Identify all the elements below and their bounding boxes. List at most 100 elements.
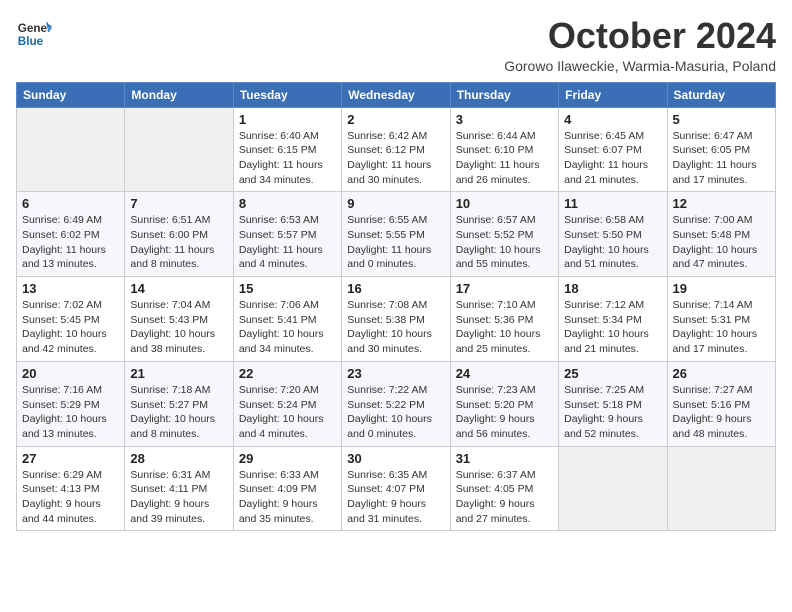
table-row: 14 Sunrise: 7:04 AMSunset: 5:43 PMDaylig…	[125, 277, 233, 362]
day-detail: Sunrise: 6:51 AMSunset: 6:00 PMDaylight:…	[130, 214, 214, 270]
table-row: 7 Sunrise: 6:51 AMSunset: 6:00 PMDayligh…	[125, 192, 233, 277]
table-row: 10 Sunrise: 6:57 AMSunset: 5:52 PMDaylig…	[450, 192, 558, 277]
day-detail: Sunrise: 6:49 AMSunset: 6:02 PMDaylight:…	[22, 214, 106, 270]
table-row: 30 Sunrise: 6:35 AMSunset: 4:07 PMDaylig…	[342, 446, 450, 531]
day-number: 5	[673, 112, 770, 127]
day-number: 27	[22, 451, 119, 466]
day-detail: Sunrise: 7:04 AMSunset: 5:43 PMDaylight:…	[130, 299, 215, 355]
day-number: 17	[456, 281, 553, 296]
table-row: 21 Sunrise: 7:18 AMSunset: 5:27 PMDaylig…	[125, 361, 233, 446]
table-row	[667, 446, 775, 531]
logo-icon: General Blue	[16, 16, 52, 52]
day-number: 20	[22, 366, 119, 381]
day-detail: Sunrise: 7:27 AMSunset: 5:16 PMDaylight:…	[673, 384, 753, 440]
table-row: 27 Sunrise: 6:29 AMSunset: 4:13 PMDaylig…	[17, 446, 125, 531]
day-number: 2	[347, 112, 444, 127]
table-row: 22 Sunrise: 7:20 AMSunset: 5:24 PMDaylig…	[233, 361, 341, 446]
calendar-body: 1 Sunrise: 6:40 AMSunset: 6:15 PMDayligh…	[17, 107, 776, 531]
table-row: 15 Sunrise: 7:06 AMSunset: 5:41 PMDaylig…	[233, 277, 341, 362]
table-row: 29 Sunrise: 6:33 AMSunset: 4:09 PMDaylig…	[233, 446, 341, 531]
table-row: 11 Sunrise: 6:58 AMSunset: 5:50 PMDaylig…	[559, 192, 667, 277]
day-number: 31	[456, 451, 553, 466]
day-number: 6	[22, 196, 119, 211]
table-row: 13 Sunrise: 7:02 AMSunset: 5:45 PMDaylig…	[17, 277, 125, 362]
day-detail: Sunrise: 6:47 AMSunset: 6:05 PMDaylight:…	[673, 130, 757, 186]
header-wednesday: Wednesday	[342, 82, 450, 107]
day-detail: Sunrise: 7:10 AMSunset: 5:36 PMDaylight:…	[456, 299, 541, 355]
table-row: 31 Sunrise: 6:37 AMSunset: 4:05 PMDaylig…	[450, 446, 558, 531]
day-detail: Sunrise: 7:06 AMSunset: 5:41 PMDaylight:…	[239, 299, 324, 355]
day-detail: Sunrise: 6:44 AMSunset: 6:10 PMDaylight:…	[456, 130, 540, 186]
table-row: 6 Sunrise: 6:49 AMSunset: 6:02 PMDayligh…	[17, 192, 125, 277]
day-detail: Sunrise: 6:57 AMSunset: 5:52 PMDaylight:…	[456, 214, 541, 270]
table-row: 19 Sunrise: 7:14 AMSunset: 5:31 PMDaylig…	[667, 277, 775, 362]
logo: General Blue	[16, 16, 52, 52]
day-detail: Sunrise: 6:58 AMSunset: 5:50 PMDaylight:…	[564, 214, 649, 270]
table-row: 2 Sunrise: 6:42 AMSunset: 6:12 PMDayligh…	[342, 107, 450, 192]
calendar-header: Sunday Monday Tuesday Wednesday Thursday…	[17, 82, 776, 107]
calendar-table: Sunday Monday Tuesday Wednesday Thursday…	[16, 82, 776, 532]
table-row: 3 Sunrise: 6:44 AMSunset: 6:10 PMDayligh…	[450, 107, 558, 192]
day-detail: Sunrise: 6:45 AMSunset: 6:07 PMDaylight:…	[564, 130, 648, 186]
day-number: 3	[456, 112, 553, 127]
page-header: General Blue October 2024 Gorowo Ilaweck…	[16, 16, 776, 74]
day-detail: Sunrise: 6:29 AMSunset: 4:13 PMDaylight:…	[22, 469, 102, 525]
day-number: 9	[347, 196, 444, 211]
day-number: 30	[347, 451, 444, 466]
day-detail: Sunrise: 7:02 AMSunset: 5:45 PMDaylight:…	[22, 299, 107, 355]
day-detail: Sunrise: 6:31 AMSunset: 4:11 PMDaylight:…	[130, 469, 210, 525]
table-row: 9 Sunrise: 6:55 AMSunset: 5:55 PMDayligh…	[342, 192, 450, 277]
day-number: 28	[130, 451, 227, 466]
day-number: 4	[564, 112, 661, 127]
header-monday: Monday	[125, 82, 233, 107]
day-detail: Sunrise: 7:23 AMSunset: 5:20 PMDaylight:…	[456, 384, 536, 440]
table-row	[125, 107, 233, 192]
table-row: 16 Sunrise: 7:08 AMSunset: 5:38 PMDaylig…	[342, 277, 450, 362]
day-detail: Sunrise: 6:42 AMSunset: 6:12 PMDaylight:…	[347, 130, 431, 186]
day-detail: Sunrise: 6:33 AMSunset: 4:09 PMDaylight:…	[239, 469, 319, 525]
header-saturday: Saturday	[667, 82, 775, 107]
table-row	[559, 446, 667, 531]
day-number: 18	[564, 281, 661, 296]
day-detail: Sunrise: 7:14 AMSunset: 5:31 PMDaylight:…	[673, 299, 758, 355]
day-number: 11	[564, 196, 661, 211]
month-title: October 2024	[504, 16, 776, 56]
day-number: 16	[347, 281, 444, 296]
day-number: 26	[673, 366, 770, 381]
table-row: 8 Sunrise: 6:53 AMSunset: 5:57 PMDayligh…	[233, 192, 341, 277]
day-number: 15	[239, 281, 336, 296]
day-number: 14	[130, 281, 227, 296]
day-detail: Sunrise: 7:25 AMSunset: 5:18 PMDaylight:…	[564, 384, 644, 440]
day-number: 24	[456, 366, 553, 381]
day-number: 21	[130, 366, 227, 381]
day-detail: Sunrise: 7:16 AMSunset: 5:29 PMDaylight:…	[22, 384, 107, 440]
table-row: 24 Sunrise: 7:23 AMSunset: 5:20 PMDaylig…	[450, 361, 558, 446]
table-row: 17 Sunrise: 7:10 AMSunset: 5:36 PMDaylig…	[450, 277, 558, 362]
header-friday: Friday	[559, 82, 667, 107]
day-detail: Sunrise: 7:22 AMSunset: 5:22 PMDaylight:…	[347, 384, 432, 440]
day-number: 7	[130, 196, 227, 211]
day-number: 12	[673, 196, 770, 211]
header-sunday: Sunday	[17, 82, 125, 107]
location-subtitle: Gorowo Ilaweckie, Warmia-Masuria, Poland	[504, 58, 776, 74]
day-detail: Sunrise: 6:55 AMSunset: 5:55 PMDaylight:…	[347, 214, 431, 270]
day-detail: Sunrise: 6:40 AMSunset: 6:15 PMDaylight:…	[239, 130, 323, 186]
day-detail: Sunrise: 6:35 AMSunset: 4:07 PMDaylight:…	[347, 469, 427, 525]
table-row: 20 Sunrise: 7:16 AMSunset: 5:29 PMDaylig…	[17, 361, 125, 446]
day-detail: Sunrise: 6:53 AMSunset: 5:57 PMDaylight:…	[239, 214, 323, 270]
day-detail: Sunrise: 7:00 AMSunset: 5:48 PMDaylight:…	[673, 214, 758, 270]
title-block: October 2024 Gorowo Ilaweckie, Warmia-Ma…	[504, 16, 776, 74]
day-detail: Sunrise: 7:08 AMSunset: 5:38 PMDaylight:…	[347, 299, 432, 355]
day-detail: Sunrise: 6:37 AMSunset: 4:05 PMDaylight:…	[456, 469, 536, 525]
table-row: 1 Sunrise: 6:40 AMSunset: 6:15 PMDayligh…	[233, 107, 341, 192]
table-row: 5 Sunrise: 6:47 AMSunset: 6:05 PMDayligh…	[667, 107, 775, 192]
header-tuesday: Tuesday	[233, 82, 341, 107]
header-thursday: Thursday	[450, 82, 558, 107]
day-number: 13	[22, 281, 119, 296]
table-row	[17, 107, 125, 192]
day-number: 8	[239, 196, 336, 211]
day-detail: Sunrise: 7:20 AMSunset: 5:24 PMDaylight:…	[239, 384, 324, 440]
day-number: 23	[347, 366, 444, 381]
svg-text:Blue: Blue	[18, 35, 44, 48]
day-number: 19	[673, 281, 770, 296]
